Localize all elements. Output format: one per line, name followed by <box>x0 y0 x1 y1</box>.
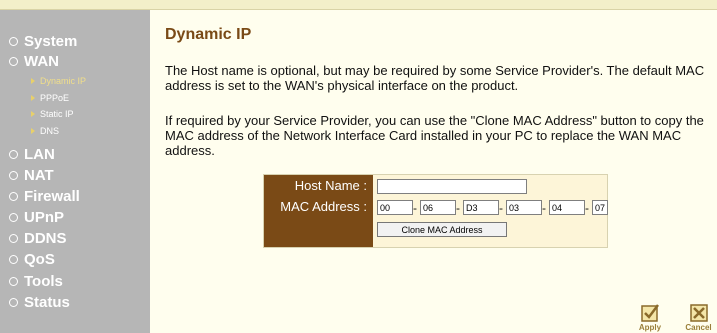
sidebar-subitem-static-ip[interactable]: Static IP <box>31 107 74 121</box>
sidebar-subitem-label: Static IP <box>40 109 74 119</box>
triangle-bullet-icon <box>31 95 35 101</box>
circle-bullet-icon <box>9 233 18 243</box>
top-bar <box>0 0 717 10</box>
sidebar-subitem-label: Dynamic IP <box>40 76 87 86</box>
circle-bullet-icon <box>9 191 18 201</box>
mac-octet-4-input[interactable] <box>506 200 542 215</box>
sidebar-item-ddns[interactable]: DDNS <box>9 228 67 248</box>
mac-octet-2-input[interactable] <box>420 200 456 215</box>
mac-address-label: MAC Address : <box>280 199 367 214</box>
circle-bullet-icon <box>9 36 18 46</box>
apply-checkmark-icon <box>641 304 659 322</box>
sidebar-item-label: System <box>24 32 78 50</box>
mac-separator: - <box>499 201 503 215</box>
sidebar-item-label: Tools <box>24 272 63 290</box>
form-value-column: - - - - - Clone MAC Address <box>373 175 608 247</box>
sidebar-item-system[interactable]: System <box>9 31 77 51</box>
sidebar-item-label: QoS <box>24 250 55 268</box>
mac-separator: - <box>456 201 460 215</box>
mac-octet-6-input[interactable] <box>592 200 608 215</box>
sidebar-item-wan[interactable]: WAN <box>9 51 59 71</box>
sidebar-subitem-label: PPPoE <box>40 93 70 103</box>
circle-bullet-icon <box>9 56 18 66</box>
sidebar-item-firewall[interactable]: Firewall <box>9 186 80 206</box>
host-name-label: Host Name : <box>294 178 367 193</box>
mac-octet-5-input[interactable] <box>549 200 585 215</box>
page-title: Dynamic IP <box>165 26 252 43</box>
sidebar-subitem-dynamic-ip[interactable]: Dynamic IP <box>31 74 86 88</box>
sidebar-subitem-dns[interactable]: DNS <box>31 124 59 138</box>
mac-separator: - <box>542 201 546 215</box>
sidebar-item-label: Firewall <box>24 187 80 205</box>
sidebar-subitem-label: DNS <box>40 126 60 136</box>
wan-settings-form: Host Name : MAC Address : - - - - - Clon… <box>263 174 608 248</box>
cancel-label: Cancel <box>685 323 712 332</box>
sidebar: System WAN Dynamic IP PPPoE Static IP DN… <box>0 10 150 333</box>
sidebar-item-label: UPnP <box>24 208 65 226</box>
apply-button[interactable]: Apply <box>633 303 667 333</box>
cancel-x-icon <box>689 304 708 322</box>
host-name-input[interactable] <box>377 179 527 194</box>
sidebar-item-tools[interactable]: Tools <box>9 271 63 291</box>
triangle-bullet-icon <box>31 111 35 117</box>
clone-mac-address-button[interactable]: Clone MAC Address <box>377 222 507 237</box>
circle-bullet-icon <box>9 297 18 307</box>
sidebar-item-label: WAN <box>24 52 59 70</box>
triangle-bullet-icon <box>31 78 35 84</box>
circle-bullet-icon <box>9 149 18 159</box>
sidebar-item-qos[interactable]: QoS <box>9 249 55 269</box>
mac-separator: - <box>413 201 417 215</box>
form-label-column: Host Name : MAC Address : <box>264 175 373 247</box>
circle-bullet-icon <box>9 170 18 180</box>
clone-mac-paragraph: If required by your Service Provider, yo… <box>165 113 704 158</box>
main-content: Dynamic IP The Host name is optional, bu… <box>150 10 717 333</box>
sidebar-item-label: LAN <box>24 145 55 163</box>
sidebar-item-label: Status <box>24 293 70 311</box>
triangle-bullet-icon <box>31 128 35 134</box>
circle-bullet-icon <box>9 276 18 286</box>
sidebar-item-upnp[interactable]: UPnP <box>9 207 64 227</box>
circle-bullet-icon <box>9 212 18 222</box>
mac-separator: - <box>585 201 589 215</box>
cancel-button[interactable]: Cancel <box>680 303 717 333</box>
description-paragraph: The Host name is optional, but may be re… <box>165 63 705 93</box>
sidebar-item-label: DDNS <box>24 229 67 247</box>
mac-octet-3-input[interactable] <box>463 200 499 215</box>
mac-octet-1-input[interactable] <box>377 200 413 215</box>
sidebar-subitem-pppoe[interactable]: PPPoE <box>31 91 69 105</box>
sidebar-item-nat[interactable]: NAT <box>9 165 54 185</box>
sidebar-item-status[interactable]: Status <box>9 292 70 312</box>
circle-bullet-icon <box>9 254 18 264</box>
sidebar-item-lan[interactable]: LAN <box>9 144 55 164</box>
apply-label: Apply <box>638 323 662 332</box>
sidebar-item-label: NAT <box>24 166 54 184</box>
